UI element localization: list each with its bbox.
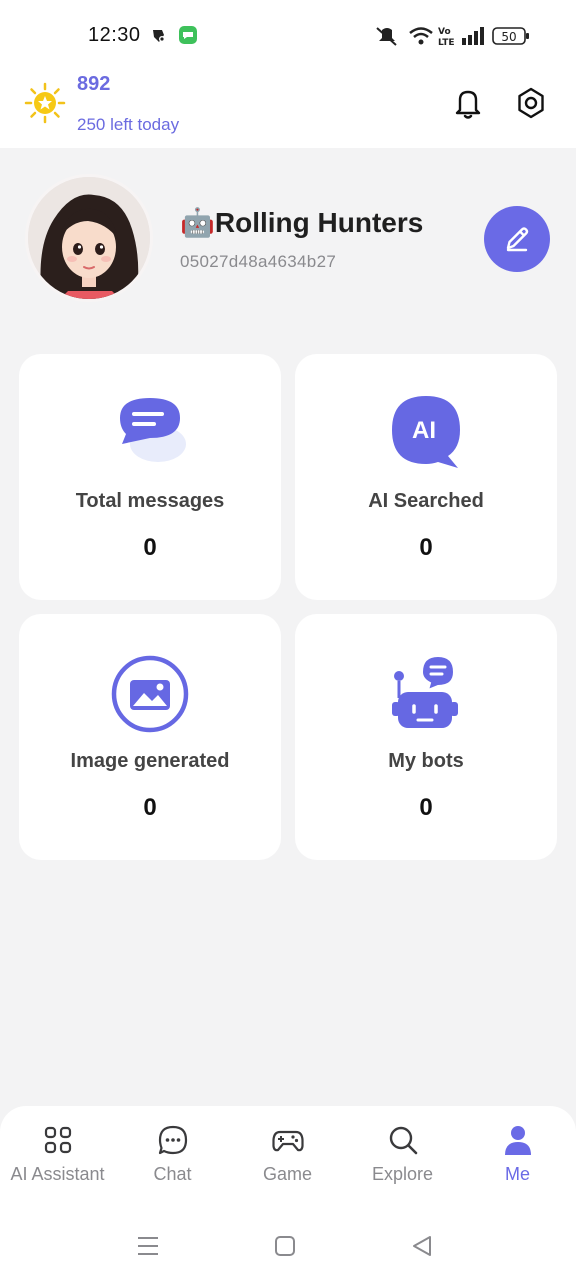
home-icon[interactable]: [273, 1234, 297, 1258]
bottom-nav: AI Assistant Chat Game Explore Me: [0, 1106, 576, 1216]
stat-label: AI Searched: [368, 490, 484, 512]
ai-bubble-icon: AI: [392, 396, 460, 468]
menu-icon[interactable]: [136, 1234, 160, 1258]
top-bar: 892 250 left today: [0, 70, 576, 148]
battery-level: 50: [501, 30, 516, 44]
edit-profile-button[interactable]: [484, 206, 550, 272]
nav-label: Chat: [153, 1164, 192, 1184]
back-icon[interactable]: [410, 1234, 434, 1258]
messages-notification-icon: [179, 26, 197, 44]
nav-item-me[interactable]: Me: [460, 1124, 575, 1185]
svg-text:Vo: Vo: [438, 27, 451, 37]
stat-value: 0: [143, 794, 157, 821]
nav-item-ai-assistant[interactable]: AI Assistant: [0, 1124, 115, 1185]
profile-section: 🤖Rolling Hunters 05027d48a4634b27: [0, 148, 576, 328]
chat-bubble-icon: [120, 398, 186, 462]
nav-item-chat[interactable]: Chat: [115, 1124, 230, 1185]
nav-label: Game: [262, 1164, 313, 1184]
robot-icon: [392, 654, 458, 728]
sun-coin-icon: [24, 82, 66, 124]
chat-icon: [158, 1125, 187, 1155]
stat-label: Image generated: [70, 750, 230, 772]
search-icon: [389, 1126, 417, 1155]
avatar-illustration: [28, 177, 150, 299]
image-icon: [111, 655, 189, 733]
nav-item-game[interactable]: Game: [230, 1124, 345, 1185]
profile-name: 🤖Rolling Hunters: [180, 207, 424, 238]
profile-user-id: 05027d48a4634b27: [180, 252, 337, 271]
points-remaining: 250 left today: [77, 115, 180, 134]
svg-text:AI: AI: [412, 417, 436, 444]
stat-value: 0: [419, 794, 433, 821]
settings-icon[interactable]: [515, 86, 547, 120]
person-icon: [504, 1126, 531, 1155]
grid-icon: [44, 1126, 71, 1154]
bell-icon[interactable]: [452, 86, 484, 120]
volte-icon: Vo LTE: [438, 27, 454, 47]
avatar[interactable]: [25, 174, 153, 302]
pencil-icon: [506, 227, 529, 252]
nav-label: Explore: [371, 1164, 434, 1184]
stat-label: My bots: [388, 750, 464, 772]
stat-label: Total messages: [75, 490, 225, 512]
system-nav-bar: [0, 1216, 576, 1280]
nav-item-explore[interactable]: Explore: [345, 1124, 460, 1185]
nav-label: AI Assistant: [10, 1164, 105, 1184]
stat-card-image-generated[interactable]: Image generated 0: [19, 614, 281, 860]
stat-card-ai-searched[interactable]: AI AI Searched 0: [295, 354, 557, 600]
status-time: 12:30: [88, 24, 141, 46]
stat-value: 0: [143, 534, 157, 561]
stat-card-total-messages[interactable]: Total messages 0: [19, 354, 281, 600]
svg-text:LTE: LTE: [438, 38, 454, 47]
stat-card-my-bots[interactable]: My bots 0: [295, 614, 557, 860]
signal-icon: [462, 27, 484, 45]
stat-value: 0: [419, 534, 433, 561]
app-notification-icon: [153, 30, 165, 42]
points-count: 892: [77, 73, 111, 95]
gamepad-icon: [271, 1130, 304, 1152]
nav-label: Me: [504, 1164, 530, 1184]
mute-icon: [376, 27, 397, 46]
battery-icon: 50: [492, 27, 529, 45]
wifi-icon: [409, 27, 433, 45]
status-bar: 12:30 Vo LTE 50: [0, 0, 576, 70]
